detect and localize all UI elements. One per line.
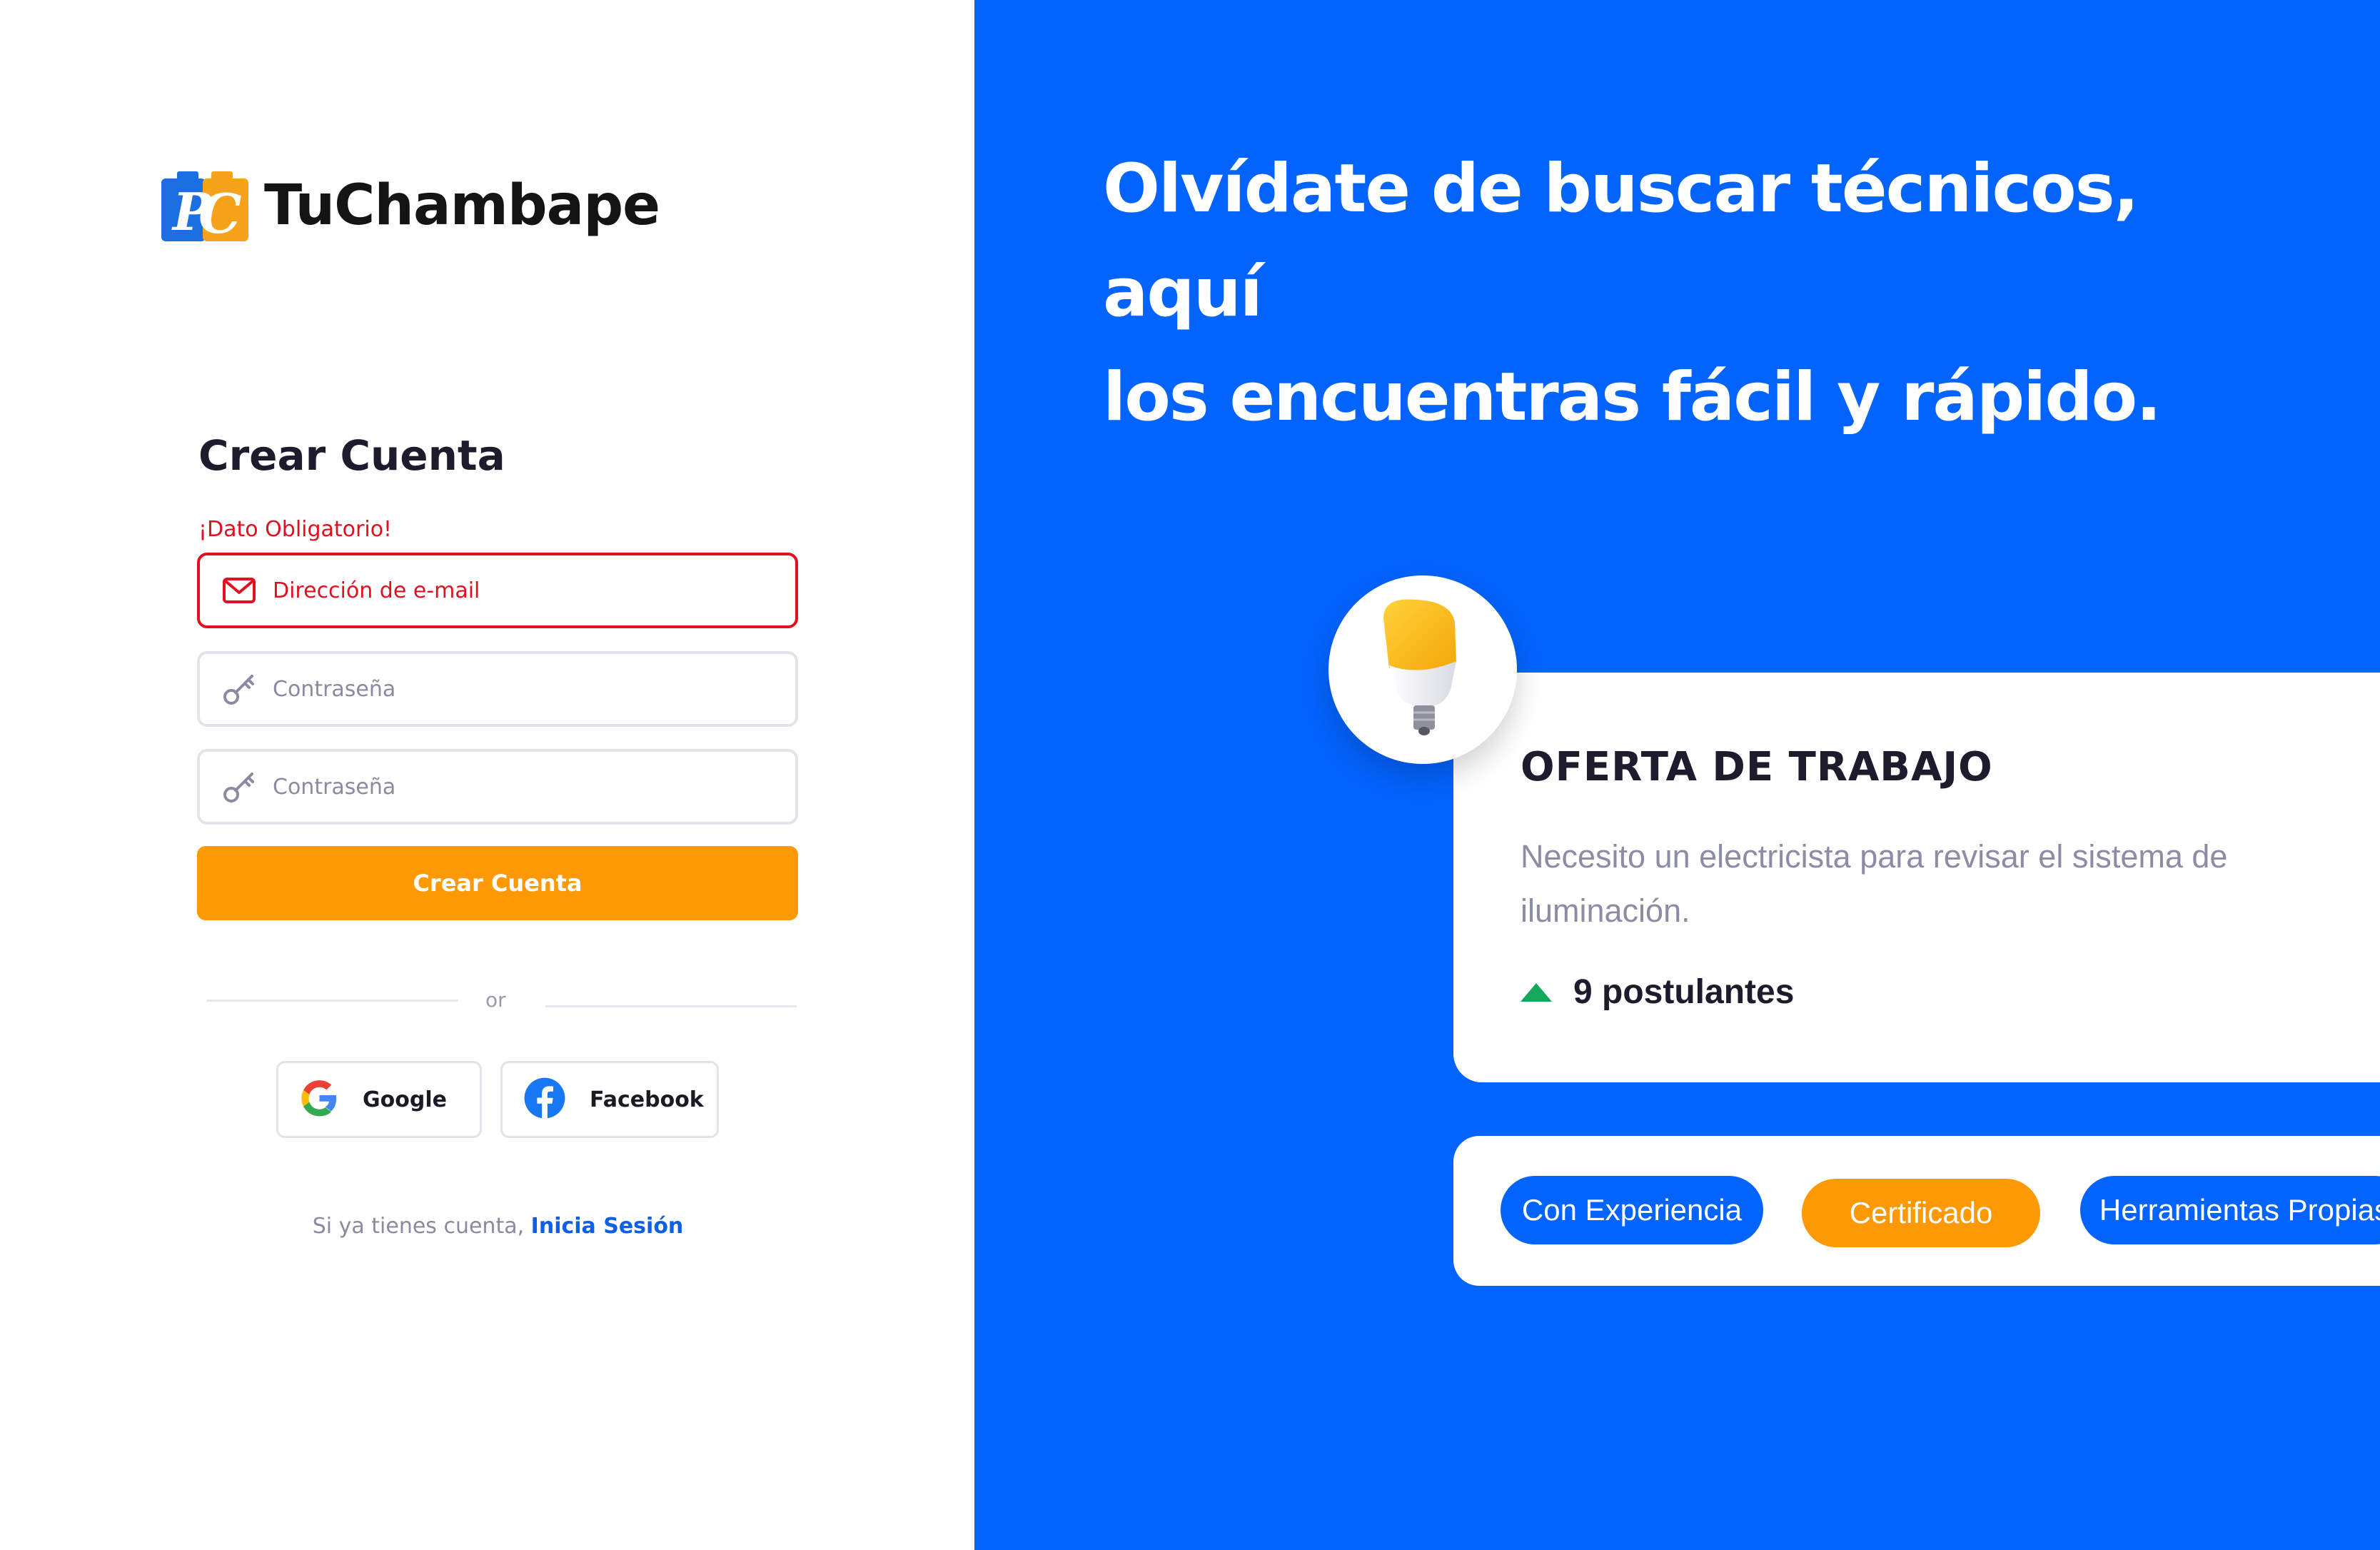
svg-text:C: C [198, 182, 242, 243]
facebook-button-label: Facebook [590, 1087, 704, 1112]
divider-right [545, 1005, 797, 1007]
signin-prompt: Si ya tienes cuenta, Inicia Sesión [0, 1214, 996, 1239]
signup-panel: P C TuChambape Crear Cuenta ¡Dato Obliga… [0, 0, 974, 1550]
form-title: Crear Cuenta [198, 431, 505, 480]
signin-link[interactable]: Inicia Sesión [531, 1214, 684, 1239]
password-confirm-field[interactable]: Contraseña [197, 749, 798, 825]
or-separator: or [485, 988, 506, 1012]
google-icon [298, 1077, 340, 1122]
job-card-description: Necesito un electricista para revisar el… [1521, 838, 2228, 929]
create-account-button[interactable]: Crear Cuenta [197, 846, 798, 920]
key-icon [221, 671, 257, 707]
required-error-message: ¡Dato Obligatorio! [198, 517, 393, 542]
password-field-label: Contraseña [273, 676, 396, 702]
tag-certificado: Certificado [1802, 1179, 2040, 1247]
facebook-signin-button[interactable]: Facebook [500, 1061, 719, 1138]
up-triangle-icon [1521, 982, 1552, 1002]
skill-tags-card: Con Experiencia Certificado Herramientas… [1453, 1136, 2380, 1286]
google-signin-button[interactable]: Google [276, 1061, 482, 1138]
job-card-title: OFERTA DE TRABAJO [1521, 744, 1993, 790]
email-field-label: Dirección de e-mail [273, 578, 480, 603]
email-field[interactable]: Dirección de e-mail [197, 553, 798, 628]
logo-mark-icon: P C [161, 168, 248, 246]
hero-headline-line1: Olvídate de buscar técnicos, aquí [1103, 150, 2139, 332]
tag-herramientas-propias: Herramientas Propias [2080, 1176, 2380, 1244]
hero-panel: Olvídate de buscar técnicos, aquí los en… [974, 0, 2380, 1550]
job-offer-card[interactable]: OFERTA DE TRABAJO Necesito un electricis… [1453, 673, 2380, 1082]
password-confirm-field-label: Contraseña [273, 774, 396, 800]
light-bulb-icon [1376, 597, 1469, 743]
applicants-count: 9 postulantes [1521, 972, 1794, 1012]
key-icon [221, 769, 257, 805]
password-field[interactable]: Contraseña [197, 651, 798, 727]
google-button-label: Google [363, 1087, 447, 1112]
hero-headline-line2: los encuentras fácil y rápido. [1103, 358, 2162, 436]
hero-headline: Olvídate de buscar técnicos, aquí los en… [1103, 137, 2316, 450]
applicants-label: 9 postulantes [1573, 973, 1795, 1011]
facebook-icon [523, 1076, 567, 1124]
bulb-badge [1328, 575, 1517, 764]
signin-prompt-text: Si ya tienes cuenta, [312, 1214, 531, 1239]
brand-name: TuChambape [264, 173, 660, 238]
brand-logo[interactable]: P C TuChambape [161, 168, 660, 246]
mail-icon [221, 573, 257, 608]
divider-left [207, 1000, 458, 1002]
tag-con-experiencia: Con Experiencia [1501, 1176, 1763, 1244]
